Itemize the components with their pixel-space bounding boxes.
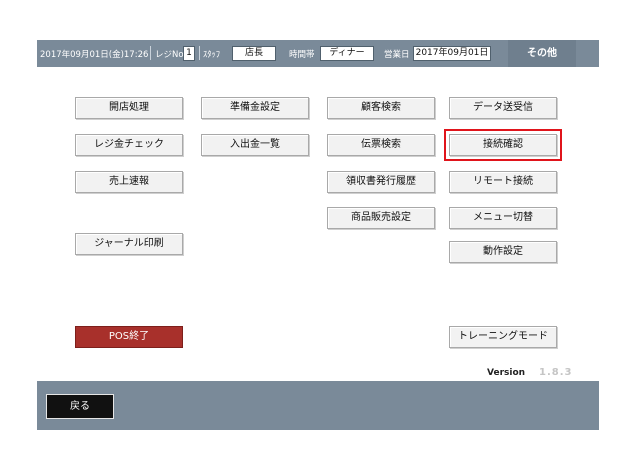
reserve-fund-setting-button[interactable]: 準備金設定 xyxy=(201,97,309,119)
status-bar: 2017年09月01日(金)17:26 レジNo 1 ｽﾀｯﾌ 店長 時間帯 デ… xyxy=(37,40,599,67)
sales-report-button[interactable]: 売上速報 xyxy=(75,171,183,193)
divider xyxy=(150,46,151,60)
staff-label: ｽﾀｯﾌ xyxy=(203,50,221,60)
product-sales-setting-button[interactable]: 商品販売設定 xyxy=(327,207,435,229)
open-store-button[interactable]: 開店処理 xyxy=(75,97,183,119)
connection-check-button[interactable]: 接続確認 xyxy=(444,129,562,161)
training-mode-button[interactable]: トレーニングモード xyxy=(449,326,557,348)
version-label: Version xyxy=(487,368,526,378)
menu-switch-button[interactable]: メニュー切替 xyxy=(449,207,557,229)
journal-print-button[interactable]: ジャーナル印刷 xyxy=(75,233,183,255)
datetime-display: 2017年09月01日(金)17:26 xyxy=(40,50,149,60)
other-menu-button[interactable]: その他 xyxy=(508,40,576,67)
operation-settings-button[interactable]: 動作設定 xyxy=(449,241,557,263)
data-transfer-button[interactable]: データ送受信 xyxy=(449,97,557,119)
timezone-label: 時間帯 xyxy=(289,50,315,60)
cash-in-out-list-button[interactable]: 入出金一覧 xyxy=(201,134,309,156)
receipt-history-button[interactable]: 領収書発行履歴 xyxy=(327,171,435,193)
pos-exit-button[interactable]: POS終了 xyxy=(75,326,183,348)
version-number: 1.8.3 xyxy=(539,367,573,378)
register-cash-check-button[interactable]: レジ金チェック xyxy=(75,134,183,156)
divider xyxy=(199,46,200,60)
menu-panel: 開店処理 レジ金チェック 売上速報 ジャーナル印刷 POS終了 準備金設定 入出… xyxy=(37,67,599,381)
customer-search-button[interactable]: 顧客検索 xyxy=(327,97,435,119)
staff-value: 店長 xyxy=(232,46,276,61)
register-label: レジNo xyxy=(155,50,184,60)
timezone-value: ディナー xyxy=(320,46,374,61)
business-date-value: 2017年09月01日 xyxy=(413,46,491,61)
slip-search-button[interactable]: 伝票検索 xyxy=(327,134,435,156)
business-date-label: 営業日 xyxy=(384,50,410,60)
remote-connect-button[interactable]: リモート接続 xyxy=(449,171,557,193)
register-number: 1 xyxy=(183,46,195,61)
pos-settings-window: 2017年09月01日(金)17:26 レジNo 1 ｽﾀｯﾌ 店長 時間帯 デ… xyxy=(37,40,599,430)
back-button[interactable]: 戻る xyxy=(46,394,114,419)
footer-bar: 戻る xyxy=(37,381,599,430)
